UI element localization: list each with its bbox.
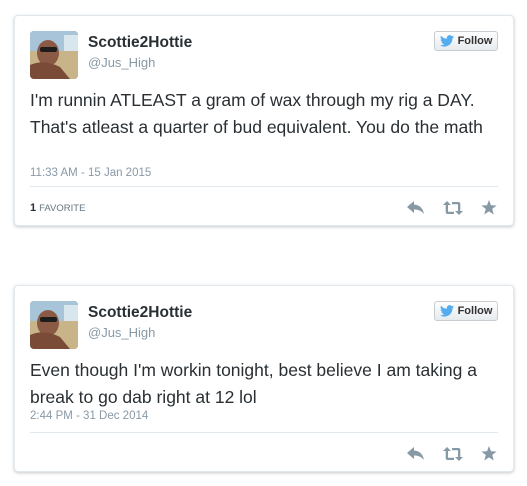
- favorite-star-icon[interactable]: [481, 200, 497, 215]
- user-handle[interactable]: @Jus_High: [88, 55, 155, 70]
- reply-icon[interactable]: [407, 446, 425, 461]
- favorite-count[interactable]: 1 FAVORITE: [30, 202, 85, 214]
- favorite-count-label: FAVORITE: [39, 203, 86, 214]
- follow-button[interactable]: Follow: [434, 301, 498, 321]
- twitter-bird-icon: [439, 305, 454, 317]
- follow-label: Follow: [457, 305, 493, 317]
- user-name[interactable]: Scottie2Hottie: [88, 304, 192, 322]
- follow-button[interactable]: Follow: [434, 31, 498, 51]
- tweet-card: Scottie2Hottie @Jus_High Follow I'm runn…: [14, 15, 514, 226]
- tweet-text: I'm runnin ATLEAST a gram of wax through…: [30, 90, 483, 137]
- retweet-icon[interactable]: [443, 200, 463, 215]
- tweet-timestamp[interactable]: 2:44 PM - 31 Dec 2014: [30, 410, 148, 422]
- reply-icon[interactable]: [407, 200, 425, 215]
- favorite-star-icon[interactable]: [481, 446, 497, 461]
- tweet-actions: [407, 200, 497, 215]
- user-handle[interactable]: @Jus_High: [88, 325, 155, 340]
- tweet-text: Even though I'm workin tonight, best bel…: [30, 360, 477, 407]
- twitter-bird-icon: [439, 35, 454, 47]
- tweet-timestamp[interactable]: 11:33 AM - 15 Jan 2015: [30, 167, 151, 179]
- tweet-actions: [407, 446, 497, 461]
- follow-label: Follow: [457, 35, 493, 47]
- divider: [30, 432, 498, 433]
- divider: [30, 186, 498, 187]
- avatar[interactable]: [30, 31, 78, 79]
- favorite-count-number: 1: [30, 202, 37, 214]
- user-name[interactable]: Scottie2Hottie: [88, 34, 192, 52]
- tweet-card: Scottie2Hottie @Jus_High Follow Even tho…: [14, 285, 514, 472]
- retweet-icon[interactable]: [443, 446, 463, 461]
- avatar[interactable]: [30, 301, 78, 349]
